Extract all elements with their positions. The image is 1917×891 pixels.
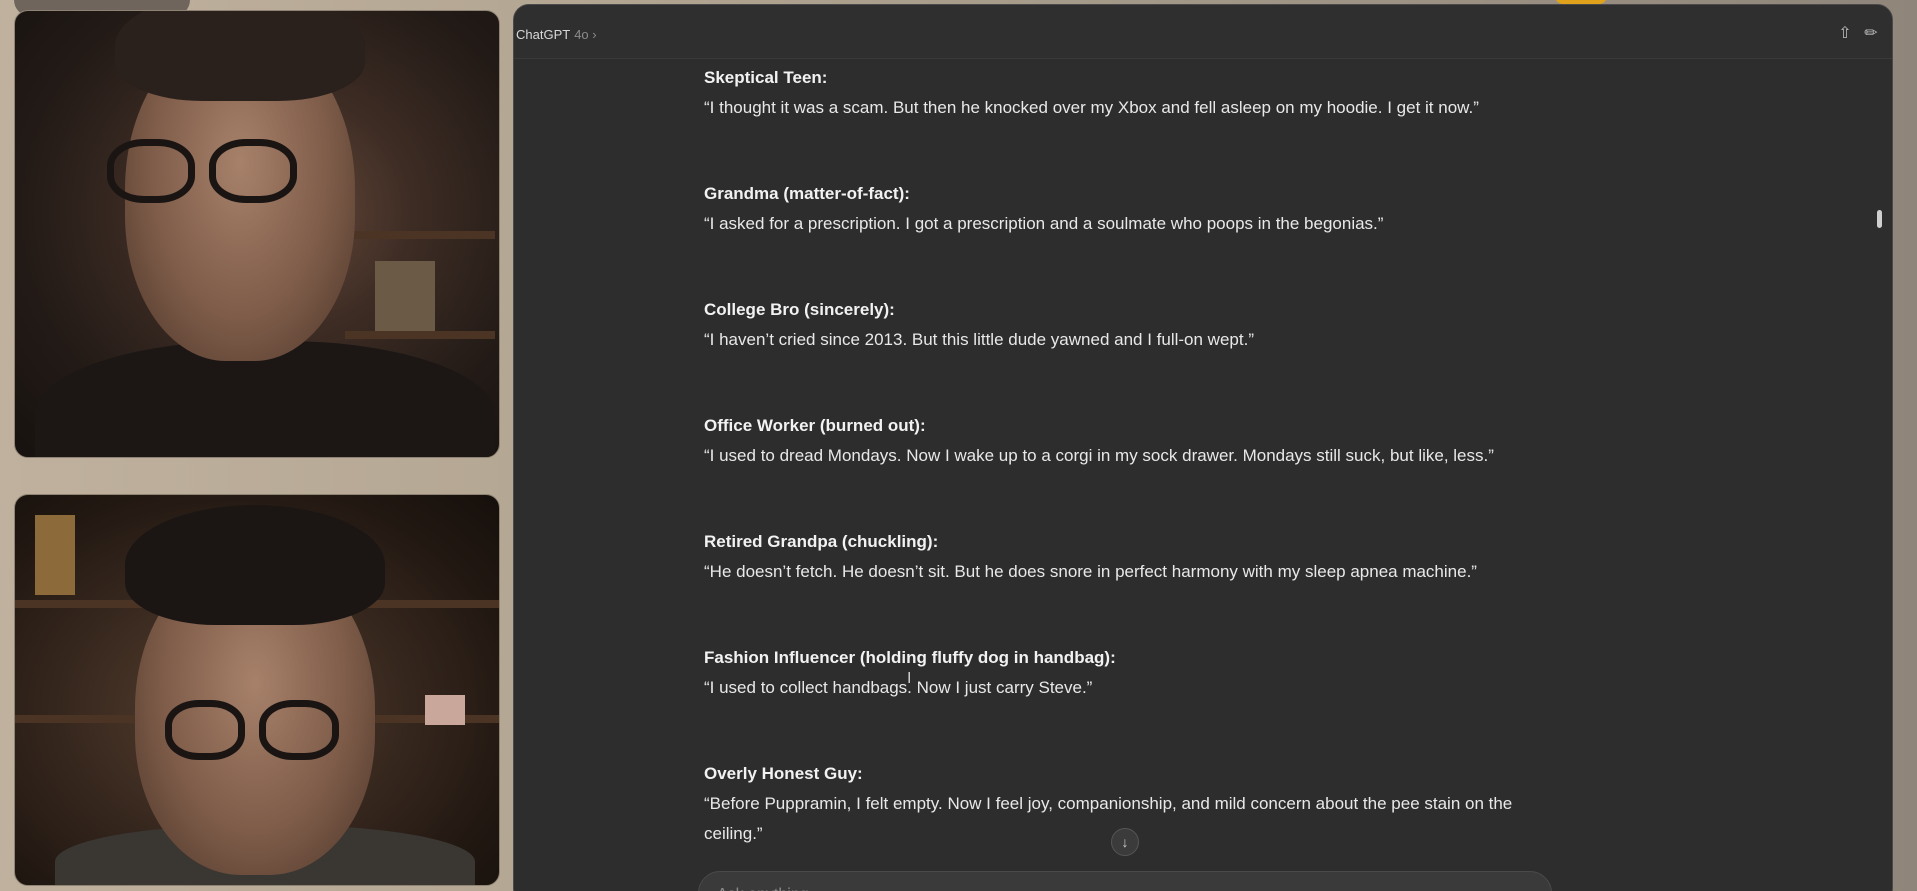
list-item: Skeptical Teen: “I thought it was a scam… <box>704 67 1564 123</box>
quote-text: “I used to collect handbags. Now I just … <box>704 678 1093 697</box>
share-icon[interactable]: ⇧ <box>1834 23 1856 45</box>
participant-1-glasses <box>107 139 297 203</box>
speaker-label: Skeptical Teen: <box>704 68 828 87</box>
quote-text: “I asked for a prescription. I got a pre… <box>704 214 1384 233</box>
text-cursor-icon: I <box>907 670 912 687</box>
list-item: Retired Grandpa (chuckling): “He doesn’t… <box>704 531 1564 587</box>
arrow-down-icon: ↓ <box>1121 834 1129 850</box>
quote-text: “I used to dread Mondays. Now I wake up … <box>704 446 1494 465</box>
scroll-down-button[interactable]: ↓ <box>1111 828 1139 856</box>
participant-1-hair <box>115 11 365 101</box>
participant-2-cap <box>125 505 385 625</box>
books <box>375 261 435 331</box>
speaker-label: College Bro (sincerely): <box>704 300 895 319</box>
video-tile-participant-1[interactable] <box>14 10 500 458</box>
bookshelf <box>345 331 495 339</box>
chat-topbar: ChatGPT4o ⇧ ✏ <box>514 5 1892 59</box>
new-chat-icon[interactable]: ✏ <box>1860 23 1882 45</box>
list-item: Grandma (matter-of-fact): “I asked for a… <box>704 183 1564 239</box>
model-name-label: ChatGPT <box>516 27 571 42</box>
list-item: College Bro (sincerely): “I haven’t crie… <box>704 299 1564 355</box>
scrollbar-thumb[interactable] <box>1877 210 1882 228</box>
speaker-label: Retired Grandpa (chuckling): <box>704 532 939 551</box>
message-composer[interactable] <box>698 871 1552 891</box>
speaker-label: Office Worker (burned out): <box>704 416 926 435</box>
list-item: Office Worker (burned out): “I used to d… <box>704 415 1564 471</box>
video-tile-participant-2[interactable] <box>14 494 500 886</box>
speaker-label: Grandma (matter-of-fact): <box>704 184 910 203</box>
chat-input[interactable] <box>717 886 1417 891</box>
quote-text: “He doesn’t fetch. He doesn’t sit. But h… <box>704 562 1477 581</box>
speaker-label: Overly Honest Guy: <box>704 764 863 783</box>
quote-text: “I thought it was a scam. But then he kn… <box>704 98 1479 117</box>
speaker-label: Fashion Influencer (holding fluffy dog i… <box>704 648 1116 667</box>
quote-text: “I haven’t cried since 2013. But this li… <box>704 330 1254 349</box>
picture-frame <box>35 515 75 595</box>
list-item: Fashion Influencer (holding fluffy dog i… <box>704 647 1564 703</box>
model-selector[interactable]: ChatGPT 4o <box>516 27 597 42</box>
model-version-label: 4o <box>574 27 596 42</box>
decor-item <box>425 695 465 725</box>
bookshelf <box>345 231 495 239</box>
participant-2-glasses <box>165 700 339 760</box>
chat-window: ChatGPT4o ⇧ ✏ Skeptical Teen: “I thought… <box>513 4 1893 891</box>
screen: ChatGPT4o ⇧ ✏ Skeptical Teen: “I thought… <box>0 0 1917 891</box>
